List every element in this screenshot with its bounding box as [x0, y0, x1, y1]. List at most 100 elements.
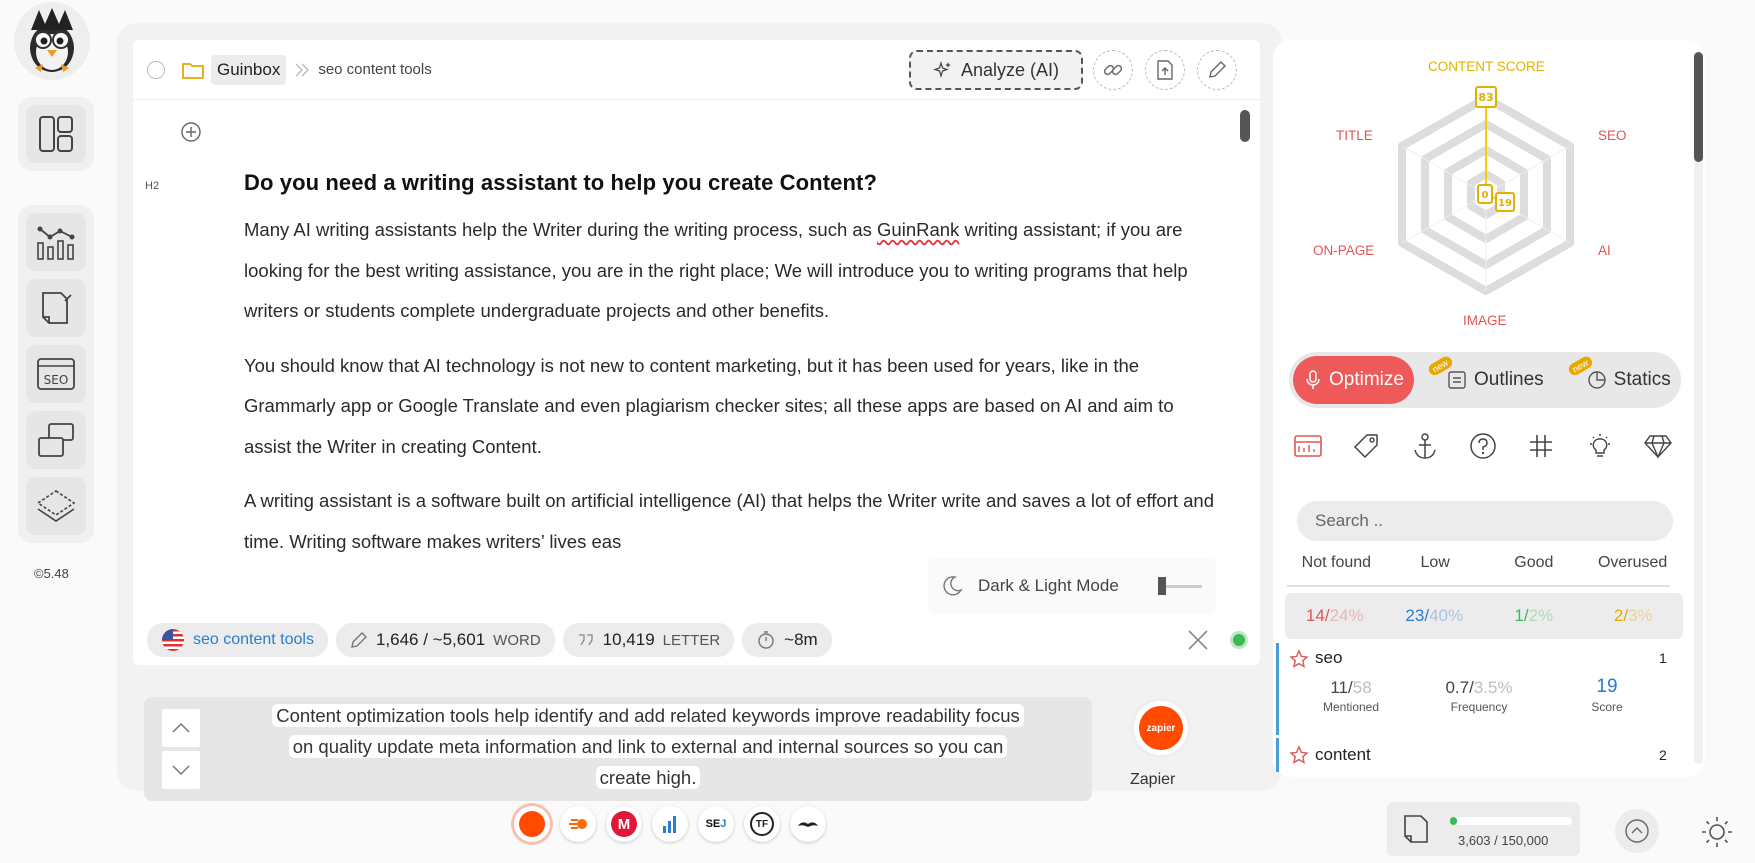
premium-tool-button[interactable]	[1639, 427, 1677, 465]
analytics-button[interactable]	[26, 213, 86, 271]
keyword-chip[interactable]: seo content tools	[147, 623, 328, 657]
analyze-label: Analyze (AI)	[960, 59, 1060, 80]
keyword-card[interactable]: content 2	[1276, 738, 1686, 772]
spelling-flag[interactable]: GuinRank	[877, 219, 959, 240]
dashboard-button[interactable]	[26, 105, 86, 163]
seo-button[interactable]: SEO	[26, 345, 86, 403]
editor-topbar: Guinbox seo content tools	[133, 40, 1260, 100]
dark-mode-toggle[interactable]	[1158, 577, 1202, 595]
star-icon[interactable]	[1289, 745, 1309, 765]
folder-icon	[182, 62, 204, 79]
pages-button[interactable]	[26, 411, 86, 469]
filter-not-found[interactable]: Not found	[1287, 554, 1386, 572]
word-quota-fill	[1450, 817, 1458, 825]
paragraph-1[interactable]: Many AI writing assistants help the Writ…	[244, 210, 1214, 332]
theme-toggle-button[interactable]	[1697, 812, 1737, 852]
word-count-chip: 1,646 / ~5,601 WORD	[335, 623, 555, 657]
document-heading[interactable]: Do you need a writing assistant to help …	[244, 170, 1214, 196]
keyword-card[interactable]: seo 1 11/58 Mentioned 0.7/3.5% Frequency…	[1276, 643, 1686, 735]
filter-low[interactable]: Low	[1386, 554, 1485, 572]
paragraph-3[interactable]: A writing assistant is a software built …	[244, 481, 1214, 562]
us-flag-icon	[162, 629, 184, 651]
user-avatar[interactable]	[14, 2, 90, 80]
zapier-app-icon[interactable]	[514, 806, 550, 842]
optimize-toolbar	[1283, 425, 1683, 467]
stacked-cards-icon	[38, 423, 74, 457]
star-icon[interactable]	[1289, 649, 1309, 669]
sej-app-icon[interactable]: SE J	[698, 806, 734, 842]
suggestion-text: Content optimization tools help identify…	[218, 700, 1078, 793]
document-content[interactable]: Do you need a writing assistant to help …	[244, 170, 1214, 576]
right-scrollbar-thumb[interactable]	[1694, 52, 1703, 162]
rocket-app-icon[interactable]	[560, 806, 596, 842]
tf-app-icon[interactable]: TF	[744, 806, 780, 842]
keyword-frequency: 0.7/3.5% Frequency	[1445, 678, 1513, 714]
tag-tool-button[interactable]	[1347, 427, 1385, 465]
radar-label-title: TITLE	[1336, 128, 1373, 143]
penguin-avatar-icon	[30, 8, 74, 72]
bars-app-icon[interactable]	[652, 806, 688, 842]
editor-scrollbar[interactable]	[1240, 110, 1250, 142]
link-button[interactable]	[1093, 50, 1133, 90]
keyword-filter-counts: 14/24% 23/40% 1/2% 2/3%	[1285, 593, 1683, 639]
layers-button[interactable]	[26, 477, 86, 535]
tab-optimize-label: Optimize	[1329, 369, 1404, 390]
tab-outlines-label: Outlines	[1473, 369, 1544, 390]
scroll-to-top-button[interactable]	[1615, 809, 1659, 853]
count-good[interactable]: 1/2%	[1484, 606, 1584, 626]
integrations-row: M SE J TF	[514, 806, 826, 842]
filter-good[interactable]: Good	[1485, 554, 1584, 572]
suggestion-prev-button[interactable]	[162, 709, 200, 747]
keyword-search-input[interactable]: Search ..	[1297, 501, 1673, 541]
edit-button[interactable]	[1197, 50, 1237, 90]
keyword-name: seo	[1315, 648, 1343, 667]
documents-button[interactable]	[26, 279, 86, 337]
filter-divider	[1287, 585, 1670, 587]
filter-overused[interactable]: Overused	[1583, 554, 1682, 572]
radar-inner-badge-1: 0	[1482, 190, 1489, 201]
letter-count-chip: 10,419 LETTER	[562, 623, 735, 657]
close-icon[interactable]	[1186, 628, 1210, 652]
hashtag-tool-button[interactable]	[1522, 427, 1560, 465]
count-low[interactable]: 23/40%	[1385, 606, 1485, 626]
suggestion-next-button[interactable]	[162, 751, 200, 789]
quote-icon	[578, 634, 593, 646]
read-time: ~8m	[784, 630, 818, 649]
diamond-icon	[1644, 435, 1672, 459]
tab-statics[interactable]: new Statics	[1562, 354, 1681, 404]
m-app-icon[interactable]: M	[606, 806, 642, 842]
help-tool-button[interactable]	[1464, 427, 1502, 465]
status-indicator	[1230, 631, 1248, 649]
editor-status-bar: seo content tools 1,646 / ~5,601 WORD 10…	[133, 618, 1260, 662]
idea-tool-button[interactable]	[1581, 427, 1619, 465]
breadcrumb-root[interactable]: Guinbox	[211, 54, 287, 85]
breadcrumb-page[interactable]: seo content tools	[318, 61, 431, 78]
dark-light-mode-label: Dark & Light Mode	[978, 576, 1119, 595]
report-tool-button[interactable]	[1289, 427, 1327, 465]
zapier-integration-button[interactable]: zapier	[1131, 698, 1191, 758]
count-overused[interactable]: 2/3%	[1584, 606, 1684, 626]
add-block-icon[interactable]	[180, 121, 202, 143]
outline-doc-icon	[1448, 371, 1466, 389]
select-circle[interactable]	[147, 60, 165, 79]
count-not-found[interactable]: 14/24%	[1285, 606, 1385, 626]
pencil-icon	[1209, 61, 1226, 78]
analyze-ai-button[interactable]: Analyze (AI)	[909, 50, 1083, 90]
keyword-label: seo content tools	[193, 631, 314, 648]
tab-outlines[interactable]: new Outlines	[1422, 354, 1554, 404]
export-button[interactable]	[1145, 50, 1185, 90]
layout-grid-icon	[39, 116, 73, 152]
app-version: ©5.48	[34, 566, 69, 581]
tab-optimize[interactable]: Optimize	[1293, 356, 1414, 404]
word-quota-bar	[1450, 817, 1572, 825]
right-panel-tabs: Optimize new Outlines new Statics	[1289, 352, 1681, 408]
anchor-icon	[1413, 433, 1436, 459]
radar-label-ai: AI	[1598, 243, 1611, 258]
content-score-radar: 83 0 19	[1398, 86, 1574, 295]
chevron-right-icon	[295, 63, 310, 76]
paragraph-2[interactable]: You should know that AI technology is no…	[244, 346, 1214, 468]
mustache-app-icon[interactable]	[790, 806, 826, 842]
anchor-tool-button[interactable]	[1406, 427, 1444, 465]
layers-icon	[36, 490, 76, 522]
pencil-icon	[351, 632, 367, 648]
